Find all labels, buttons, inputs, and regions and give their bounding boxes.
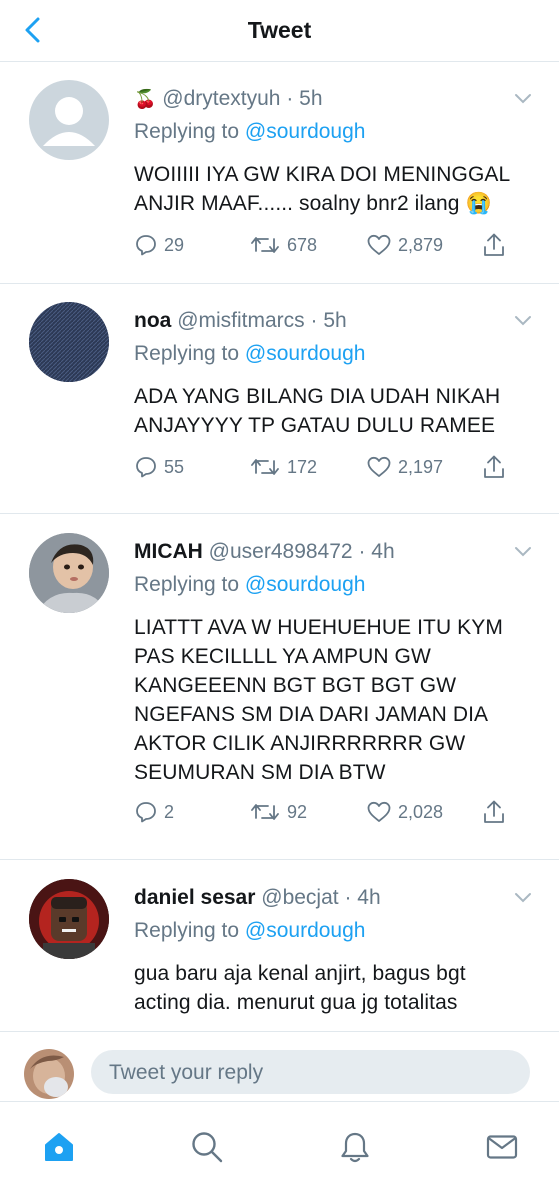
replying-to: Replying to @sourdough [134, 918, 531, 944]
tweet-text: ADA YANG BILANG DIA UDAH NIKAH ANJAYYYY … [134, 385, 501, 437]
retweet-icon [251, 804, 279, 820]
timestamp: · 5h [286, 87, 323, 110]
display-name[interactable]: MICAH [134, 540, 203, 563]
like-count: 2,028 [398, 801, 444, 822]
replying-to-label: Replying to [134, 573, 240, 596]
reply-button[interactable]: 2 [134, 797, 174, 827]
display-name[interactable]: daniel sesar [134, 886, 255, 909]
reply-list[interactable]: 🍒 @drytextyuh · 5h Replying to @sourdoug… [0, 62, 559, 1032]
share-button[interactable] [482, 452, 512, 482]
heart-icon [367, 801, 391, 822]
display-name[interactable]: noa [134, 309, 171, 332]
cherry-emoji: 🍒 [134, 89, 157, 109]
mention-link[interactable]: @sourdough [245, 573, 366, 596]
tweet-content: daniel sesar @becjat · 4h Replying to @s… [134, 885, 531, 1017]
top-bar: Tweet [0, 0, 559, 62]
avatar[interactable] [29, 533, 109, 613]
share-icon [484, 233, 504, 256]
handle[interactable]: @becjat [261, 886, 338, 909]
reply-count: 55 [164, 456, 185, 477]
mention-link[interactable]: @sourdough [245, 120, 366, 143]
replying-to-label: Replying to [134, 919, 240, 942]
share-icon [484, 800, 504, 823]
page-title: Tweet [247, 17, 312, 43]
like-count: 2,197 [398, 456, 444, 477]
reply-button[interactable]: 55 [134, 452, 184, 482]
share-button[interactable] [482, 230, 512, 260]
retweet-icon [251, 237, 279, 253]
tweet-text: WOIIIII IYA GW KIRA DOI MENINGGAL ANJIR … [134, 163, 511, 215]
avatar[interactable] [29, 80, 109, 160]
tweet-content: 🍒 @drytextyuh · 5h Replying to @sourdoug… [134, 86, 531, 218]
replying-to-label: Replying to [134, 342, 240, 365]
search-icon[interactable] [190, 1130, 224, 1164]
tweet-header: 🍒 @drytextyuh · 5h [134, 86, 531, 112]
reply-count: 2 [164, 801, 175, 822]
heart-icon [367, 234, 391, 255]
reply-composer: Tweet your reply [0, 1031, 559, 1101]
handle[interactable]: @drytextyuh [162, 87, 280, 110]
retweet-count: 678 [287, 234, 318, 255]
share-icon [484, 455, 504, 478]
timestamp: · 4h [358, 540, 395, 563]
chevron-down-icon[interactable] [513, 891, 533, 905]
tweet-actions: 2 92 2,028 [134, 797, 514, 827]
tab-bar [0, 1101, 559, 1200]
reply-icon [136, 457, 156, 478]
scroll-fade [0, 1016, 559, 1032]
retweet-count: 172 [287, 456, 318, 477]
reply-icon [136, 235, 156, 256]
retweet-icon [251, 459, 279, 475]
replying-to-label: Replying to [134, 120, 240, 143]
tweet[interactable]: MICAH @user4898472 · 4h Replying to @sou… [0, 514, 559, 860]
chevron-down-icon[interactable] [513, 545, 533, 559]
like-count: 2,879 [398, 234, 444, 255]
tweet-header: noa @misfitmarcs · 5h [134, 308, 531, 334]
notifications-icon[interactable] [338, 1130, 372, 1164]
reply-icon [136, 802, 156, 823]
reply-input[interactable]: Tweet your reply [91, 1050, 530, 1094]
tweet-text: LIATTT AVA W HUEHUEHUE ITU KYM PAS KECIL… [134, 616, 503, 784]
own-avatar[interactable] [24, 1049, 74, 1099]
tweet-text: gua baru aja kenal anjirt, bagus bgt act… [134, 962, 466, 1014]
timestamp: · 5h [310, 309, 347, 332]
handle[interactable]: @user4898472 [209, 540, 353, 563]
like-button[interactable]: 2,879 [366, 230, 443, 260]
chevron-down-icon[interactable] [513, 92, 533, 106]
reply-count: 29 [164, 234, 185, 255]
retweet-button[interactable]: 172 [249, 452, 317, 482]
share-button[interactable] [482, 797, 512, 827]
tweet[interactable]: noa @misfitmarcs · 5h Replying to @sourd… [0, 284, 559, 514]
replying-to: Replying to @sourdough [134, 119, 531, 145]
chevron-down-icon[interactable] [513, 314, 533, 328]
timestamp: · 4h [344, 886, 381, 909]
replying-to: Replying to @sourdough [134, 572, 531, 598]
tweet-actions: 55 172 2,197 [134, 452, 514, 482]
tweet-header: daniel sesar @becjat · 4h [134, 885, 531, 911]
avatar[interactable] [29, 302, 109, 382]
tweet-header: MICAH @user4898472 · 4h [134, 539, 531, 565]
tweet-content: MICAH @user4898472 · 4h Replying to @sou… [134, 539, 531, 787]
tweet[interactable]: 🍒 @drytextyuh · 5h Replying to @sourdoug… [0, 62, 559, 284]
home-icon[interactable] [42, 1130, 76, 1164]
retweet-button[interactable]: 92 [249, 797, 307, 827]
tweet-content: noa @misfitmarcs · 5h Replying to @sourd… [134, 308, 531, 440]
messages-icon[interactable] [485, 1130, 519, 1164]
reply-button[interactable]: 29 [134, 230, 184, 260]
handle[interactable]: @misfitmarcs [177, 309, 304, 332]
avatar[interactable] [29, 879, 109, 959]
replying-to: Replying to @sourdough [134, 341, 531, 367]
retweet-button[interactable]: 678 [249, 230, 317, 260]
tweet[interactable]: daniel sesar @becjat · 4h Replying to @s… [0, 860, 559, 1032]
mention-link[interactable]: @sourdough [245, 342, 366, 365]
like-button[interactable]: 2,028 [366, 797, 443, 827]
mention-link[interactable]: @sourdough [245, 919, 366, 942]
like-button[interactable]: 2,197 [366, 452, 443, 482]
tweet-actions: 29 678 2,879 [134, 230, 514, 260]
retweet-count: 92 [287, 801, 308, 822]
heart-icon [367, 456, 391, 477]
